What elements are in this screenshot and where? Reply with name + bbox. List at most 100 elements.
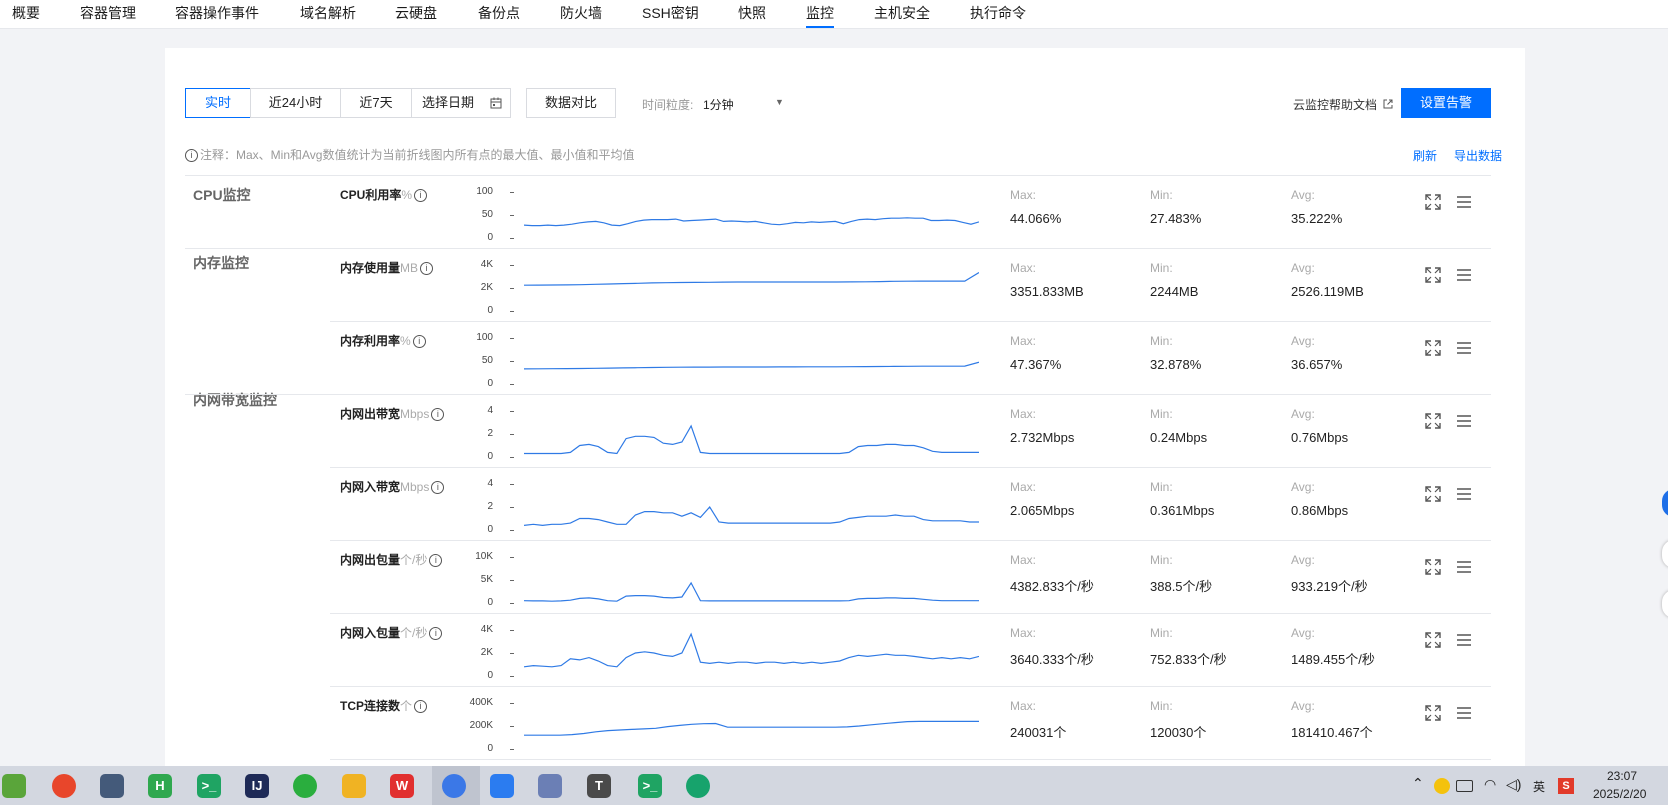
chevron-down-icon: ▼: [775, 97, 784, 107]
tab-firewall[interactable]: 防火墙: [560, 4, 602, 22]
chevron-up-icon[interactable]: ⌃: [1412, 775, 1424, 792]
menu-icon[interactable]: [1456, 267, 1472, 283]
info-icon[interactable]: i: [414, 700, 428, 714]
menu-icon[interactable]: [1456, 194, 1472, 210]
last-24h-button[interactable]: 近24小时: [250, 88, 341, 118]
stat-label-min: Min:: [1150, 407, 1173, 421]
y-tick-label: 4K: [480, 624, 493, 635]
sparkline-chart[interactable]: [524, 555, 979, 605]
expand-icon[interactable]: [1425, 340, 1441, 356]
menu-icon[interactable]: [1456, 705, 1472, 721]
stat-label-min: Min:: [1150, 699, 1173, 713]
clock-date[interactable]: 2025/2/20: [1593, 787, 1646, 801]
metric-name: 内存利用率% i: [340, 332, 426, 349]
expand-icon[interactable]: [1425, 632, 1441, 648]
battery-icon[interactable]: [1456, 780, 1473, 792]
sparkline-chart[interactable]: [524, 628, 979, 678]
menu-icon[interactable]: [1456, 559, 1472, 575]
help-doc-link[interactable]: 云监控帮助文档: [1293, 96, 1393, 113]
set-alarm-button[interactable]: 设置告警: [1401, 88, 1491, 118]
tab-ssh-keys[interactable]: SSH密钥: [642, 4, 699, 22]
lock-app[interactable]: [100, 774, 124, 798]
volume-icon[interactable]: ◁): [1506, 776, 1521, 793]
sparkline-chart[interactable]: [524, 701, 979, 751]
tab-backup[interactable]: 备份点: [478, 4, 520, 22]
orange-snail-app[interactable]: [52, 774, 76, 798]
avatar-app[interactable]: [538, 774, 562, 798]
wechat-app[interactable]: [293, 774, 317, 798]
tool-app[interactable]: [686, 774, 710, 798]
info-icon[interactable]: i: [420, 262, 434, 276]
info-icon[interactable]: i: [431, 408, 445, 422]
side-float-button[interactable]: [1662, 489, 1668, 517]
qq-app[interactable]: [342, 774, 366, 798]
info-icon[interactable]: i: [429, 554, 443, 568]
avatar-app-label: [538, 774, 562, 798]
expand-icon[interactable]: [1425, 705, 1441, 721]
sparkline-chart[interactable]: [524, 263, 979, 313]
last-7d-button[interactable]: 近7天: [340, 88, 412, 118]
intellij-app[interactable]: IJ: [245, 774, 269, 798]
menu-icon[interactable]: [1456, 632, 1472, 648]
expand-icon[interactable]: [1425, 267, 1441, 283]
ime-indicator[interactable]: 英: [1533, 778, 1545, 795]
tab-dns[interactable]: 域名解析: [300, 4, 356, 22]
menu-icon[interactable]: [1456, 340, 1472, 356]
wps-app-label: W: [395, 778, 409, 793]
side-float-button-3[interactable]: [1662, 590, 1668, 618]
expand-icon[interactable]: [1425, 559, 1441, 575]
expand-icon[interactable]: [1425, 486, 1441, 502]
refresh-link[interactable]: 刷新: [1413, 147, 1437, 164]
granularity-select[interactable]: 1分钟 ▼: [703, 88, 793, 118]
tab-monitoring[interactable]: 监控: [806, 4, 834, 28]
wps-app[interactable]: W: [390, 774, 414, 798]
y-tick-label: 2K: [480, 282, 493, 293]
menu-icon[interactable]: [1456, 486, 1472, 502]
compare-button[interactable]: 数据对比: [526, 88, 616, 118]
chrome-app[interactable]: [442, 774, 466, 798]
metric-name: TCP连接数个 i: [340, 697, 428, 714]
date-picker[interactable]: 选择日期: [411, 88, 511, 118]
metric-row: 内存使用量MB i 4K 2K 0 Max: 3351.833MB Min: 2244MB Avg…: [165, 251, 1525, 324]
y-tick-mark: [510, 215, 514, 216]
xftp-app[interactable]: >_: [638, 774, 662, 798]
metric-name: 内网入包量个/秒 i: [340, 624, 443, 641]
sparkline-chart[interactable]: [524, 482, 979, 532]
metric-row: TCP连接数个 i 400K 200K 0 Max: 240031个 Min: 120030个 A…: [165, 689, 1525, 762]
sparkline-chart[interactable]: [524, 409, 979, 459]
tab-container-events[interactable]: 容器操作事件: [175, 4, 259, 22]
info-icon[interactable]: i: [431, 481, 445, 495]
realtime-button[interactable]: 实时: [185, 88, 251, 118]
y-tick-label: 2K: [480, 647, 493, 658]
sparkline-chart[interactable]: [524, 336, 979, 386]
y-tick-mark: [510, 580, 514, 581]
tray-app-icon[interactable]: [1434, 778, 1450, 794]
sogou-icon[interactable]: S: [1558, 778, 1574, 794]
info-icon[interactable]: i: [414, 189, 428, 203]
side-float-button-2[interactable]: [1662, 540, 1668, 568]
info-icon[interactable]: i: [412, 335, 426, 349]
tab-container-management[interactable]: 容器管理: [80, 4, 136, 22]
wifi-icon[interactable]: ◠: [1484, 776, 1496, 793]
tab-cloud-disk[interactable]: 云硬盘: [395, 4, 437, 22]
menu-icon[interactable]: [1456, 413, 1472, 429]
notepad-app[interactable]: [2, 774, 26, 798]
tab-snapshot[interactable]: 快照: [738, 4, 766, 22]
xshell-app[interactable]: >_: [197, 774, 221, 798]
stat-label-max: Max:: [1010, 261, 1037, 275]
y-tick-mark: [510, 749, 514, 750]
hbuilder-app[interactable]: H: [148, 774, 172, 798]
tab-overview[interactable]: 概要: [12, 4, 40, 22]
expand-icon[interactable]: [1425, 194, 1441, 210]
meeting-app[interactable]: [490, 774, 514, 798]
sparkline-chart[interactable]: [524, 190, 979, 240]
typora-app[interactable]: T: [587, 774, 611, 798]
info-icon[interactable]: i: [429, 627, 443, 641]
tab-run-command[interactable]: 执行命令: [970, 4, 1026, 22]
series-line: [524, 506, 979, 527]
export-data-link[interactable]: 导出数据: [1454, 147, 1502, 164]
tab-host-security[interactable]: 主机安全: [874, 4, 930, 22]
stat-label-avg: Avg:: [1291, 553, 1315, 567]
clock-time[interactable]: 23:07: [1607, 769, 1637, 783]
expand-icon[interactable]: [1425, 413, 1441, 429]
